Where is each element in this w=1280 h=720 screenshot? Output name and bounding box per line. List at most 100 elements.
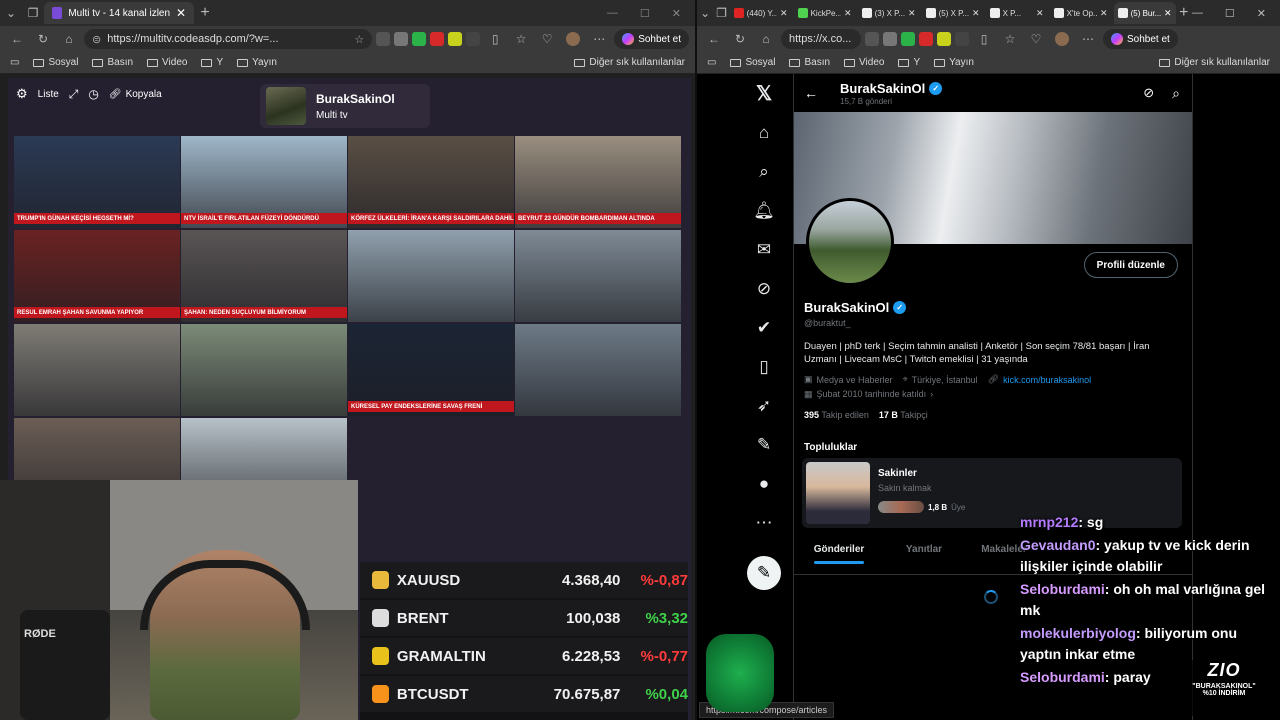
bookmark-basin[interactable]: Basın bbox=[789, 57, 830, 68]
close-window-icon[interactable]: ✕ bbox=[672, 7, 681, 20]
workspaces-icon[interactable]: ❐ bbox=[713, 2, 729, 24]
browser-tab[interactable]: (3) X P... ✕ bbox=[858, 2, 920, 24]
home-icon[interactable]: ⌂ bbox=[755, 28, 777, 50]
premium-check-icon[interactable]: ✔ bbox=[753, 317, 775, 339]
collections-icon[interactable]: ♡ bbox=[1025, 28, 1047, 50]
more-icon[interactable]: ⋯ bbox=[588, 28, 610, 50]
home-icon[interactable]: ⌂ bbox=[58, 28, 80, 50]
browser-tab[interactable]: (5) Bur... ✕ bbox=[1113, 2, 1176, 24]
x-logo-icon[interactable]: 𝕏 bbox=[753, 82, 775, 105]
collections-icon[interactable]: ♡ bbox=[536, 28, 558, 50]
split-screen-icon[interactable]: ▯ bbox=[973, 28, 995, 50]
site-info-icon[interactable]: ⊜ bbox=[92, 33, 101, 46]
settings-gear-icon[interactable]: ⚙ bbox=[16, 86, 28, 102]
extension-2-icon[interactable] bbox=[883, 32, 897, 46]
favorite-star-icon[interactable]: ☆ bbox=[354, 33, 364, 46]
video-tile[interactable] bbox=[181, 324, 347, 416]
more-options-icon[interactable]: ⋯ bbox=[753, 512, 775, 534]
video-tile[interactable]: RESUL EMRAH ŞAHAN SAVUNMA YAPIYOR bbox=[14, 230, 180, 322]
tab-actions-icon[interactable]: ⌄ bbox=[0, 2, 22, 24]
fullscreen-icon[interactable]: ⤢ bbox=[69, 87, 79, 102]
browser-tab[interactable]: X P... ✕ bbox=[986, 2, 1048, 24]
favorites-icon[interactable]: ☆ bbox=[510, 28, 532, 50]
extension-2-icon[interactable] bbox=[394, 32, 409, 46]
list-button[interactable]: Liste bbox=[38, 89, 59, 100]
post-compose-button[interactable]: ✎ bbox=[747, 556, 781, 590]
minimize-icon[interactable]: — bbox=[607, 7, 618, 20]
bookmark-y[interactable]: Y bbox=[201, 57, 223, 68]
video-tile[interactable]: ŞAHAN: NEDEN SUÇLUYUM BİLMİYORUM bbox=[181, 230, 347, 322]
extension-3-icon[interactable] bbox=[901, 32, 915, 46]
timer-icon[interactable]: ◷ bbox=[88, 87, 98, 101]
url-input[interactable]: https://x.co... bbox=[781, 29, 861, 49]
grok-icon[interactable]: ⊘ bbox=[753, 278, 775, 300]
tab-posts[interactable]: Gönderiler bbox=[794, 544, 884, 564]
extension-5-icon[interactable] bbox=[937, 32, 951, 46]
browser-tab[interactable]: KickPe... ✕ bbox=[794, 2, 856, 24]
bookmark-other[interactable]: Diğer sık kullanılanlar bbox=[574, 57, 685, 68]
video-tile[interactable]: KÖRFEZ ÜLKELERİ: İRAN'A KARŞI SALDIRILAR… bbox=[348, 136, 514, 228]
extension-1-icon[interactable] bbox=[865, 32, 879, 46]
extension-4-icon[interactable] bbox=[430, 32, 445, 46]
url-input[interactable]: ⊜ https://multitv.codeasdp.com/?w=... ☆ bbox=[84, 29, 373, 49]
close-window-icon[interactable]: ✕ bbox=[1257, 7, 1266, 20]
back-arrow-icon[interactable]: ← bbox=[804, 85, 818, 101]
bookmarks-icon[interactable]: ▯ bbox=[753, 356, 775, 378]
copy-button[interactable]: 🔗︎ Kopyala bbox=[109, 89, 162, 100]
search-icon[interactable]: ⌕ bbox=[1172, 85, 1180, 102]
close-tab-icon[interactable]: ✕ bbox=[1100, 8, 1108, 19]
followers-link[interactable]: 17 B Takipçi bbox=[879, 410, 928, 420]
close-tab-icon[interactable]: ✕ bbox=[972, 8, 980, 19]
video-tile[interactable] bbox=[348, 230, 514, 322]
bookmark-menu-icon[interactable]: ▭ bbox=[10, 57, 19, 68]
minimize-icon[interactable]: — bbox=[1192, 7, 1203, 20]
profile-avatar[interactable] bbox=[562, 28, 584, 50]
copilot-chat-button[interactable]: Sohbet et bbox=[614, 29, 689, 49]
reload-icon[interactable]: ↻ bbox=[729, 28, 751, 50]
close-tab-icon[interactable]: ✕ bbox=[176, 6, 186, 20]
tab-replies[interactable]: Yanıtlar bbox=[884, 544, 964, 564]
extension-6-icon[interactable] bbox=[955, 32, 969, 46]
browser-tab[interactable]: X'te Op... ✕ bbox=[1050, 2, 1112, 24]
bookmark-sosyal[interactable]: Sosyal bbox=[33, 57, 78, 68]
more-icon[interactable]: ⋯ bbox=[1077, 28, 1099, 50]
back-icon[interactable]: ← bbox=[703, 28, 725, 50]
home-nav-icon[interactable]: ⌂ bbox=[753, 122, 775, 144]
bookmark-sosyal[interactable]: Sosyal bbox=[730, 57, 775, 68]
messages-envelope-icon[interactable]: ✉ bbox=[753, 239, 775, 261]
reload-icon[interactable]: ↻ bbox=[32, 28, 54, 50]
back-icon[interactable]: ← bbox=[6, 28, 28, 50]
multitv-profile-card[interactable]: BurakSakinOl Multi tv bbox=[260, 84, 430, 128]
tab-actions-icon[interactable]: ⌄ bbox=[697, 2, 713, 24]
following-link[interactable]: 395 Takip edilen bbox=[804, 410, 869, 420]
video-tile[interactable]: NTV İSRAİL'E FIRLATILAN FÜZEYİ DÖNDÜRDÜ bbox=[181, 136, 347, 228]
extension-1-icon[interactable] bbox=[376, 32, 391, 46]
video-tile[interactable] bbox=[515, 324, 681, 416]
profile-person-icon[interactable]: ● bbox=[753, 473, 775, 495]
close-tab-icon[interactable]: ✕ bbox=[780, 8, 788, 19]
close-tab-icon[interactable]: ✕ bbox=[908, 8, 916, 19]
tab-multitv[interactable]: Multi tv - 14 kanal izleniyor ✕ bbox=[44, 2, 194, 24]
edit-profile-button[interactable]: Profili düzenle bbox=[1083, 252, 1178, 278]
jobs-rocket-icon[interactable]: ➶ bbox=[753, 395, 775, 417]
bookmark-yayin[interactable]: Yayın bbox=[934, 57, 974, 68]
maximize-icon[interactable]: ☐ bbox=[640, 7, 650, 20]
video-tile[interactable] bbox=[14, 324, 180, 416]
bookmark-y[interactable]: Y bbox=[898, 57, 920, 68]
browser-tab[interactable]: (440) Y... ✕ bbox=[730, 2, 792, 24]
bookmark-basin[interactable]: Basın bbox=[92, 57, 133, 68]
close-tab-icon[interactable]: ✕ bbox=[1036, 8, 1044, 19]
video-tile[interactable] bbox=[515, 230, 681, 322]
video-tile[interactable]: BEYRUT 23 GÜNDÜR BOMBARDIMAN ALTINDA bbox=[515, 136, 681, 228]
workspaces-icon[interactable]: ❐ bbox=[22, 2, 44, 24]
profile-avatar-large[interactable] bbox=[806, 198, 894, 286]
grok-summary-icon[interactable]: ⊘ bbox=[1143, 85, 1154, 101]
bookmark-menu-icon[interactable]: ▭ bbox=[707, 57, 716, 68]
close-tab-icon[interactable]: ✕ bbox=[844, 8, 852, 19]
video-tile[interactable]: KÜRESEL PAY ENDEKSLERİNE SAVAŞ FRENİ bbox=[348, 324, 514, 416]
bookmark-video[interactable]: Video bbox=[147, 57, 187, 68]
explore-search-icon[interactable]: ⌕ bbox=[753, 161, 775, 183]
extension-6-icon[interactable] bbox=[466, 32, 481, 46]
video-tile[interactable]: TRUMP'IN GÜNAH KEÇİSİ HEGSETH Mİ? bbox=[14, 136, 180, 228]
extension-5-icon[interactable] bbox=[448, 32, 463, 46]
